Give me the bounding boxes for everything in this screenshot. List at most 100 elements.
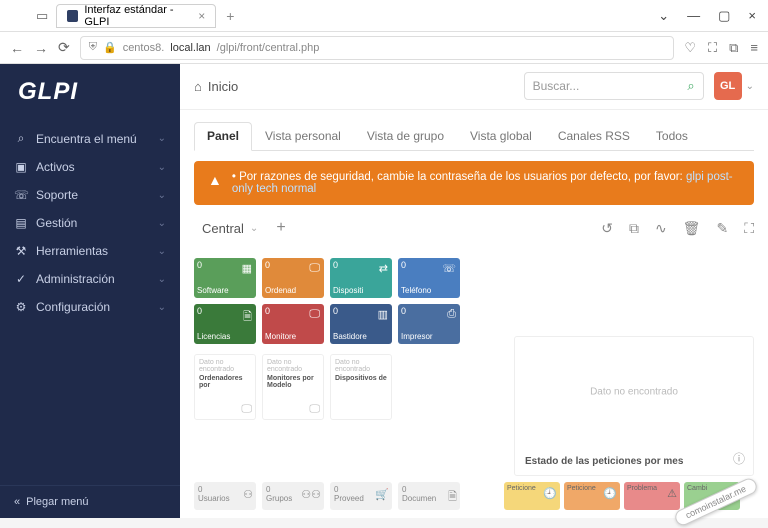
tab[interactable]: Vista de grupo bbox=[354, 122, 457, 150]
menu-item-icon: ✓ bbox=[14, 272, 28, 286]
delete-icon[interactable]: 🗑 bbox=[683, 220, 701, 237]
status-icon: ⚠ bbox=[667, 487, 677, 500]
new-tab-button[interactable]: + bbox=[220, 8, 240, 24]
tab[interactable]: Canales RSS bbox=[545, 122, 643, 150]
breadcrumb[interactable]: ⌂ Inicio bbox=[194, 79, 238, 94]
dashboard-tile[interactable]: 0▦Software bbox=[194, 258, 256, 298]
menu-item-label: Configuración bbox=[36, 300, 110, 314]
dashboard-tile[interactable]: 0🗎Licencias bbox=[194, 304, 256, 344]
mini-count: 0 bbox=[266, 485, 270, 494]
window-dropdown-icon[interactable]: ⌄ bbox=[658, 8, 669, 24]
dashboard-tile[interactable]: 0🖵Monitore bbox=[262, 304, 324, 344]
security-alert: ▲ • Por razones de seguridad, cambie la … bbox=[194, 161, 754, 205]
sidebar-item[interactable]: ☏Soporte⌄ bbox=[0, 181, 180, 209]
dashboard-tile[interactable]: 0▥Bastidore bbox=[330, 304, 392, 344]
collapse-icon: « bbox=[14, 496, 20, 508]
menu-item-label: Herramientas bbox=[36, 244, 108, 258]
chart-title: Estado de las peticiones por mes bbox=[525, 456, 683, 467]
tab-title: Interfaz estándar - GLPI bbox=[84, 4, 192, 28]
chart-panel[interactable]: Dato no encontrado Estado de las peticio… bbox=[514, 336, 754, 476]
mini-count: 0 bbox=[334, 485, 338, 494]
dashboard-tile[interactable]: 0⇄Dispositi bbox=[330, 258, 392, 298]
copy-icon[interactable]: ⧉ bbox=[629, 220, 639, 237]
status-label: Peticione bbox=[567, 485, 596, 492]
share-icon[interactable]: ∿ bbox=[655, 220, 667, 237]
tile-label: Impresor bbox=[401, 332, 433, 341]
dashboard-tile[interactable]: 0 ⎙ Impresor bbox=[398, 304, 460, 344]
window-minimize-icon[interactable]: — bbox=[687, 8, 700, 24]
chevron-down-icon: ⌄ bbox=[158, 133, 166, 144]
tile-label: Licencias bbox=[197, 332, 230, 341]
fullscreen-icon[interactable]: ⛶ bbox=[744, 220, 754, 237]
edit-icon[interactable]: ✎ bbox=[716, 220, 728, 237]
breadcrumb-home: Inicio bbox=[208, 79, 238, 94]
forward-button[interactable]: → bbox=[34, 40, 48, 56]
search-placeholder: Buscar... bbox=[533, 79, 580, 93]
pocket-icon[interactable]: ⛶ bbox=[708, 40, 717, 56]
collapse-menu-button[interactable]: « Plegar menú bbox=[0, 485, 180, 518]
tab[interactable]: Vista global bbox=[457, 122, 545, 150]
chevron-down-icon: ⌄ bbox=[158, 162, 166, 173]
mini-tile[interactable]: 0Usuarios⚇ bbox=[194, 482, 256, 510]
status-tile[interactable]: Peticione🕘 bbox=[564, 482, 620, 510]
add-dashboard-button[interactable]: + bbox=[276, 219, 285, 237]
search-icon[interactable]: ⌕ bbox=[687, 78, 694, 94]
browser-tab[interactable]: Interfaz estándar - GLPI × bbox=[56, 4, 216, 28]
history-icon[interactable]: ▭ bbox=[36, 8, 48, 24]
user-menu-button[interactable]: GL ⌄ bbox=[714, 72, 754, 100]
tab-strip: PanelVista personalVista de grupoVista g… bbox=[194, 122, 754, 151]
mini-tile[interactable]: 0Documen🗎 bbox=[398, 482, 460, 510]
tile-count: 0 bbox=[401, 306, 406, 316]
menu-item-label: Administración bbox=[36, 272, 115, 286]
back-button[interactable]: ← bbox=[10, 40, 24, 56]
dashboard-tile[interactable]: 0☏Teléfono bbox=[398, 258, 460, 298]
menu-item-icon: ⚙ bbox=[14, 300, 28, 314]
extensions-icon[interactable]: ⧉ bbox=[729, 40, 738, 56]
history-icon[interactable]: ↺ bbox=[601, 220, 613, 237]
sidebar-item[interactable]: ▣Activos⌄ bbox=[0, 153, 180, 181]
mini-tile[interactable]: 0Grupos⚇⚇ bbox=[262, 482, 324, 510]
menu-item-icon: ☏ bbox=[14, 188, 28, 202]
logo[interactable]: GLPI bbox=[0, 64, 180, 124]
dashboard-name: Central bbox=[202, 221, 244, 236]
reload-button[interactable]: ⟳ bbox=[58, 39, 70, 56]
sidebar-item[interactable]: ▤Gestión⌄ bbox=[0, 209, 180, 237]
dashboard-panel[interactable]: Dato no encontradoOrdenadores por🖵 bbox=[194, 354, 256, 420]
menu-item-icon: ▤ bbox=[14, 216, 28, 230]
menu-item-label: Encuentra el menú bbox=[36, 132, 137, 146]
search-input[interactable]: Buscar... ⌕ bbox=[524, 72, 704, 100]
panel-icon: 🖵 bbox=[309, 403, 320, 416]
tab[interactable]: Panel bbox=[194, 122, 252, 151]
dashboard-select[interactable]: Central ⌄ bbox=[194, 217, 266, 240]
mini-label: Proveed bbox=[334, 494, 364, 503]
mini-tile[interactable]: 0Proveed🛒 bbox=[330, 482, 392, 510]
dashboard-panel[interactable]: Dato no encontradoDispositivos de bbox=[330, 354, 392, 420]
panel-icon: 🖵 bbox=[241, 403, 252, 416]
status-tile[interactable]: Peticione🕘 bbox=[504, 482, 560, 510]
info-icon[interactable]: ⓘ bbox=[733, 450, 745, 467]
menu-icon[interactable]: ≡ bbox=[750, 40, 758, 56]
dashboard-tile[interactable]: 0🖵Ordenad bbox=[262, 258, 324, 298]
window-close-icon[interactable]: × bbox=[748, 8, 756, 24]
sidebar-item[interactable]: ✓Administración⌄ bbox=[0, 265, 180, 293]
url-bar[interactable]: ⛨ 🔒 centos8.local.lan/glpi/front/central… bbox=[80, 36, 675, 60]
close-tab-icon[interactable]: × bbox=[198, 9, 205, 23]
tile-count: 0 bbox=[333, 306, 338, 316]
menu-item-label: Gestión bbox=[36, 216, 77, 230]
tab[interactable]: Todos bbox=[643, 122, 701, 150]
dashboard-panel[interactable]: Dato no encontradoMonitores por Modelo🖵 bbox=[262, 354, 324, 420]
tile-icon: ▦ bbox=[242, 262, 252, 275]
sidebar-item[interactable]: ⚙Configuración⌄ bbox=[0, 293, 180, 321]
sidebar-item[interactable]: ⚒Herramientas⌄ bbox=[0, 237, 180, 265]
status-tile[interactable]: Problema⚠ bbox=[624, 482, 680, 510]
mini-icon: ⚇ bbox=[243, 488, 253, 501]
tile-icon: ⎙ bbox=[447, 308, 456, 321]
bookmark-icon[interactable]: ♡ bbox=[684, 40, 696, 56]
tile-label: Software bbox=[197, 286, 229, 295]
sidebar-item[interactable]: ⌕Encuentra el menú⌄ bbox=[0, 124, 180, 153]
alert-text: Por razones de seguridad, cambie la cont… bbox=[239, 171, 683, 183]
tab[interactable]: Vista personal bbox=[252, 122, 354, 150]
window-maximize-icon[interactable]: ▢ bbox=[718, 8, 730, 24]
tile-label: Ordenad bbox=[265, 286, 296, 295]
tile-icon: ⇄ bbox=[379, 262, 388, 275]
